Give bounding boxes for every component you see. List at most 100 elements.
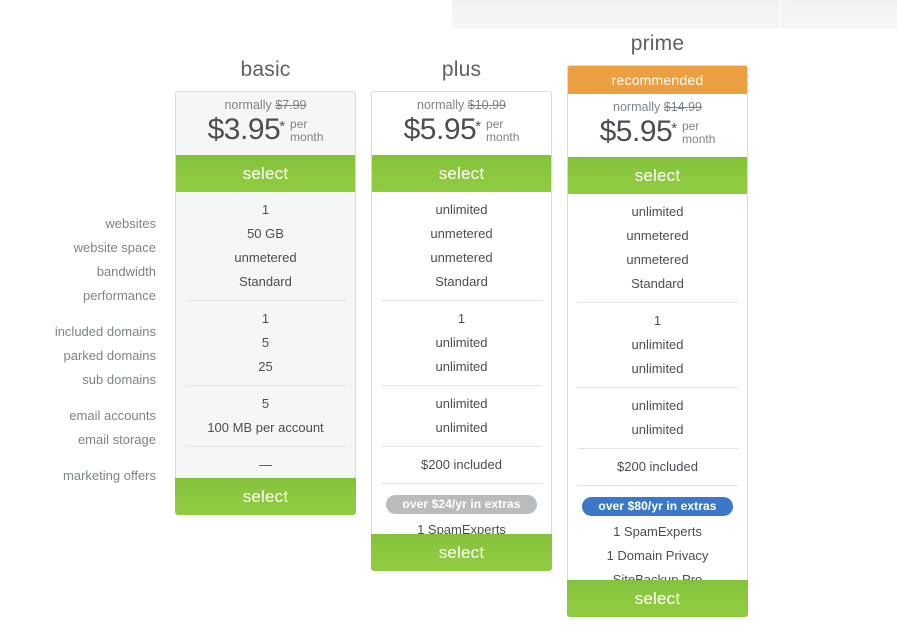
feature-value-email-accounts-plus: unlimited (435, 396, 488, 411)
feature-label-email-accounts: email accounts (69, 408, 156, 423)
price-period-line2-prime: month (682, 132, 716, 146)
feature-label-group-1: websites website space bandwidth perform… (0, 206, 162, 314)
normally-strike-prime: $14.99 (663, 100, 702, 114)
price-period-line1-plus: per (486, 117, 504, 131)
price-period-prime: per month (682, 120, 715, 146)
feature-value-bandwidth-prime: unmetered (626, 252, 689, 267)
plan-card-plus: normally $10.99 $5.95* per month select un… (371, 91, 552, 549)
price-line-plus: $5.95* per month (372, 113, 551, 147)
feature-label-group-4: marketing offers (0, 458, 162, 494)
feature-group-4-prime: $200 included (577, 448, 738, 485)
feature-label-column: websites website space bandwidth perform… (0, 206, 162, 494)
feature-value-websites-basic: 1 (261, 202, 270, 217)
plan-title-prime: prime (630, 32, 685, 55)
feature-label-group-3: email accounts email storage (0, 398, 162, 458)
feature-value-websites-plus: unlimited (435, 202, 488, 217)
plan-card-basic: normally $7.99 $3.95* per month select 1 5… (175, 91, 356, 484)
feature-value-sub-domains-basic: 25 (258, 359, 273, 374)
price-period-line2-basic: month (290, 130, 324, 144)
price-asterisk-basic: * (279, 118, 286, 135)
extras-pill-row-prime: over $80/yr in extras (577, 492, 738, 520)
feature-value-bandwidth-basic: unmetered (234, 250, 297, 265)
pricing-table: websites website space bandwidth perform… (0, 0, 897, 631)
price-amount-plus: $5.95 (403, 113, 477, 146)
feature-value-bandwidth-plus: unmetered (430, 250, 493, 265)
price-amount-prime: $5.95 (599, 115, 673, 148)
price-period-basic: per month (290, 118, 323, 144)
recommended-badge-prime: recommended (568, 66, 747, 94)
feature-value-parked-domains-basic: 5 (261, 335, 270, 350)
price-period-line1-prime: per (682, 119, 700, 133)
feature-label-performance: performance (83, 288, 156, 303)
feature-label-website-space: website space (73, 240, 156, 255)
extras-pill-row-plus: over $24/yr in extras (381, 490, 542, 518)
feature-group-4-plus: $200 included (381, 446, 542, 483)
feature-value-email-storage-prime: unlimited (631, 422, 684, 437)
price-period-line1-basic: per (290, 117, 308, 131)
feature-value-included-domains-prime: 1 (653, 313, 662, 328)
feature-value-sub-domains-plus: unlimited (435, 359, 488, 374)
feature-group-2-prime: 1 unlimited unlimited (577, 302, 738, 387)
feature-value-parked-domains-plus: unlimited (435, 335, 488, 350)
extra-item-domain-privacy-prime: 1 Domain Privacy (606, 548, 709, 563)
feature-value-marketing-offers-plus: $200 included (421, 457, 502, 472)
feature-value-performance-prime: Standard (631, 276, 684, 291)
feature-label-websites: websites (105, 216, 156, 231)
select-button-top-plus[interactable]: select (372, 155, 551, 192)
feature-list-basic: 1 50 GB unmetered Standard 1 5 25 5 100 … (176, 192, 355, 483)
feature-value-websites-prime: unlimited (631, 204, 684, 219)
feature-value-parked-domains-prime: unlimited (631, 337, 684, 352)
feature-value-website-space-prime: unmetered (626, 228, 689, 243)
feature-list-prime: unlimited unmetered unmetered Standard 1… (568, 194, 747, 598)
price-period-plus: per month (486, 118, 519, 144)
price-box-plus: normally $10.99 $5.95* per month (372, 92, 551, 155)
price-box-basic: normally $7.99 $3.95* per month (176, 92, 355, 155)
price-line-prime: $5.95* per month (568, 115, 747, 149)
feature-value-email-accounts-basic: 5 (261, 396, 270, 411)
normally-price-basic: normally $7.99 (176, 98, 355, 112)
feature-value-email-storage-basic: 100 MB per account (207, 420, 324, 435)
feature-value-sub-domains-prime: unlimited (631, 361, 684, 376)
price-line-basic: $3.95* per month (176, 113, 355, 147)
feature-label-parked-domains: parked domains (63, 348, 157, 363)
feature-label-marketing-offers: marketing offers (63, 468, 156, 483)
feature-value-performance-plus: Standard (435, 274, 488, 289)
feature-value-website-space-plus: unmetered (430, 226, 493, 241)
feature-group-3-plus: unlimited unlimited (381, 385, 542, 446)
extra-item-spamexperts-prime: 1 SpamExperts (613, 524, 702, 539)
normally-prefix-prime: normally (613, 100, 661, 114)
plan-title-plus: plus (441, 58, 482, 81)
extras-pill-plus: over $24/yr in extras (386, 495, 537, 514)
feature-label-bandwidth: bandwidth (96, 264, 156, 279)
normally-prefix-plus: normally (417, 98, 465, 112)
feature-group-1-prime: unlimited unmetered unmetered Standard (568, 194, 747, 302)
feature-value-website-space-basic: 50 GB (247, 226, 284, 241)
normally-strike-basic: $7.99 (275, 98, 307, 112)
feature-group-3-basic: 5 100 MB per account (185, 385, 346, 446)
select-button-top-prime[interactable]: select (568, 157, 747, 194)
feature-group-1-plus: unlimited unmetered unmetered Standard (372, 192, 551, 300)
feature-list-plus: unlimited unmetered unmetered Standard 1… (372, 192, 551, 548)
select-button-bottom-prime[interactable]: select (567, 580, 748, 617)
feature-group-2-basic: 1 5 25 (185, 300, 346, 385)
select-button-bottom-plus[interactable]: select (371, 534, 552, 571)
normally-price-plus: normally $10.99 (372, 98, 551, 112)
select-button-top-basic[interactable]: select (176, 155, 355, 192)
normally-price-prime: normally $14.99 (568, 100, 747, 114)
price-asterisk-prime: * (671, 120, 678, 137)
feature-label-email-storage: email storage (77, 432, 156, 447)
select-button-bottom-basic[interactable]: select (175, 478, 356, 515)
extras-pill-prime: over $80/yr in extras (582, 497, 733, 516)
feature-label-included-domains: included domains (54, 324, 156, 339)
price-box-prime: normally $14.99 $5.95* per month (568, 94, 747, 157)
plan-card-prime: recommended normally $14.99 $5.95* per mon… (567, 65, 748, 599)
normally-strike-plus: $10.99 (467, 98, 506, 112)
price-period-line2-plus: month (486, 130, 520, 144)
feature-value-included-domains-basic: 1 (261, 311, 270, 326)
price-amount-basic: $3.95 (207, 113, 281, 146)
feature-group-3-prime: unlimited unlimited (577, 387, 738, 448)
feature-label-sub-domains: sub domains (82, 372, 156, 387)
feature-label-group-2: included domains parked domains sub doma… (0, 314, 162, 398)
feature-group-2-plus: 1 unlimited unlimited (381, 300, 542, 385)
feature-value-included-domains-plus: 1 (457, 311, 466, 326)
